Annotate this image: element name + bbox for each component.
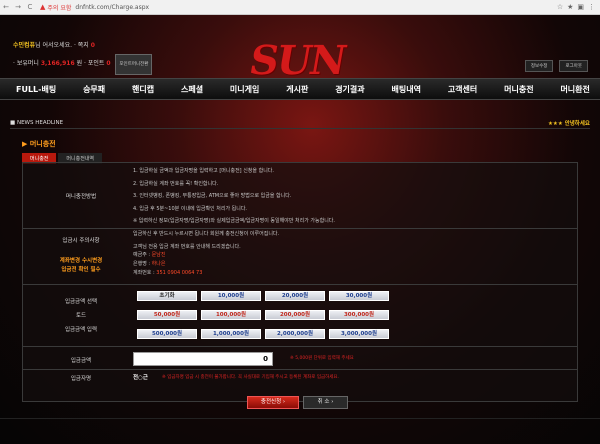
warning-icon: ▲ (40, 3, 46, 11)
amount-button[interactable]: 500,000원 (137, 329, 197, 339)
news-headline: ■ NEWS HEADLINE ★★★ 안녕하세요 (10, 117, 590, 129)
bank-label: 은행명 : (133, 261, 151, 267)
deposit-amount-note: ※ 5,000원 단위로 입력해 주세요 (290, 356, 354, 361)
security-warning: 주의 요함 (47, 4, 72, 12)
amount-button[interactable]: 2,000,000원 (265, 329, 325, 339)
caution-lines: 입금하신 후 반드시 누르시면 됩니다 회원께 충전신청이 이루어집니다. 고객… (133, 228, 279, 253)
user-info: 수민컴퓨님 어서오세요. · 쪽지 0 · 보유머니 3,166,916 원 ·… (13, 37, 153, 75)
amount-button[interactable]: 1,000,000원 (201, 329, 261, 339)
amount-button[interactable]: 20,000원 (265, 291, 325, 301)
menu-item-full-betting[interactable]: FULL-배팅 (16, 84, 56, 95)
page-title: ▶ 머니충전 (22, 139, 56, 149)
site-logo[interactable]: SUN (246, 37, 349, 84)
points-value: 0 (106, 60, 111, 67)
bank-label: 예금주 : (133, 252, 151, 258)
amount-button[interactable]: 100,000원 (201, 310, 261, 320)
submit-charge-button[interactable]: 충전신청 › (247, 396, 299, 409)
amount-button[interactable]: 30,000원 (329, 291, 389, 301)
logout-button[interactable]: 로그아웃 (559, 60, 588, 72)
bank-info: 예금주 : 문남진 은행명 : 하나은 계좌번호 : 351 0904 0064… (133, 251, 202, 278)
extension-icon[interactable]: ★ (567, 3, 573, 11)
convert-points-button[interactable]: 포인트머니전환 (115, 54, 153, 75)
menu-item-board[interactable]: 게시판 (286, 84, 308, 95)
amount-select-label: 입금금액 선택 (64, 299, 98, 305)
bookmark-icon[interactable]: ☆ (557, 3, 563, 11)
method-label: 머니충전방법 (65, 194, 97, 200)
depositor-name: 전○근 (133, 375, 148, 381)
user-name: 수민컴퓨 (13, 42, 36, 49)
url-text[interactable]: dnfntk.com/Charge.aspx (75, 4, 149, 11)
page-title-text: 머니충전 (29, 140, 56, 148)
amount-button[interactable]: 300,000원 (329, 310, 389, 320)
amount-input-label: 입금금액 입력 (64, 327, 98, 333)
rule-line: 1. 입금하실 금액과 입금자명을 입력하고 [머니충전] 신청을 합니다. (133, 168, 274, 174)
submit-charge-label: 충전신청 (260, 399, 282, 405)
menu-item-support[interactable]: 고객센터 (448, 84, 477, 95)
cancel-label: 취 소 (317, 399, 330, 405)
reset-amount-button[interactable]: 초기화 (137, 291, 197, 301)
deposit-amount-input[interactable]: 0 (133, 352, 273, 366)
bank-value: 하나은 (151, 261, 166, 267)
amount-button[interactable]: 10,000원 (201, 291, 261, 301)
footer-divider (0, 418, 600, 419)
back-icon[interactable]: ← (0, 3, 12, 11)
menu-item-win-draw-lose[interactable]: 승무패 (83, 84, 105, 95)
holdings-unit: 원 (76, 60, 83, 67)
address-bar[interactable]: ▲ 주의 요함 dnfntk.com/Charge.aspx (40, 2, 540, 13)
account-notice-line: 계좌변경 수시변경 (59, 258, 103, 264)
cancel-button[interactable]: 취 소 › (303, 396, 348, 409)
menu-item-special[interactable]: 스페셜 (181, 84, 203, 95)
holdings-value: 3,166,916 (40, 60, 75, 67)
points-label: 포인트 (87, 60, 105, 67)
caution-label: 입금시 주의사항 (62, 238, 100, 244)
bank-label: 계좌번호 : (133, 270, 155, 276)
depositor-label: 입금자명 (70, 376, 92, 382)
cast-icon[interactable]: ▣ (577, 3, 584, 11)
headline-label: NEWS HEADLINE (16, 119, 64, 126)
method-rules: 1. 입금하실 금액과 입금자명을 입력하고 [머니충전] 신청을 합니다. 2… (133, 165, 335, 228)
menu-item-bet-history[interactable]: 배팅내역 (392, 84, 421, 95)
divider (23, 284, 577, 285)
forward-icon[interactable]: → (12, 3, 24, 11)
edit-info-button[interactable]: 정보수정 (524, 60, 554, 72)
headline-message: ★★★ 안녕하세요 (547, 120, 590, 127)
menu-item-exchange[interactable]: 머니환전 (560, 84, 589, 95)
menu-item-handicap[interactable]: 핸디캡 (132, 84, 154, 95)
menu-item-charge[interactable]: 머니충전 (504, 84, 533, 95)
account-actions: 정보수정 로그아웃 (524, 60, 588, 72)
title-bullet-icon: ▶ (22, 140, 28, 148)
deposit-amount-label: 입금금액 (70, 358, 92, 364)
total-label: 토드 (75, 313, 87, 319)
message-label[interactable]: 쪽지 (78, 42, 89, 49)
rule-line: ※ 입력하신 정보(입금자명/입금자명)와 실제입금금액/입금자명이 동일해야만… (133, 218, 335, 224)
amount-button[interactable]: 3,000,000원 (329, 329, 389, 339)
rule-line: 3. 인터넷뱅킹, 폰뱅킹, 무통장입금, ATM으로 좋아 방법으로 입금을 … (133, 193, 292, 199)
holdings-label: 보유머니 (16, 60, 39, 67)
welcome-text: 님 어서오세요. (35, 42, 73, 49)
divider (23, 346, 577, 347)
speaker-icon: ■ (10, 119, 16, 126)
amount-button[interactable]: 50,000원 (137, 310, 197, 320)
divider (23, 369, 577, 370)
bank-value: 문남진 (151, 252, 166, 258)
account-notice: 계좌변경 수시변경 입금전 확인 필수 (22, 257, 140, 275)
rule-line: 2. 입금하실 계좌 번호를 꼭! 확인합니다. (133, 180, 219, 187)
rule-line: 4. 입금 후 5분~10분 이내에 입금확인 처리가 됩니다. (133, 205, 248, 212)
bank-value: 351 0904 0064 73 (156, 270, 203, 276)
menu-icon[interactable]: ⋮ (588, 3, 595, 11)
main-menu: FULL-배팅 승무패 핸디캡 스페셜 미니게임 게시판 경기결과 배팅내역 고… (0, 78, 600, 100)
menu-item-results[interactable]: 경기결과 (335, 84, 364, 95)
browser-toolbar: ← → C ▲ 주의 요함 dnfntk.com/Charge.aspx ☆ ★… (0, 0, 600, 15)
menu-item-mini-game[interactable]: 미니게임 (230, 84, 259, 95)
divider (23, 228, 577, 229)
caution-line: 입금하신 후 반드시 누르시면 됩니다 회원께 충전신청이 이루어집니다. (133, 231, 280, 237)
account-notice-line: 입금전 확인 필수 (61, 267, 101, 273)
reload-icon[interactable]: C (24, 3, 36, 11)
message-count[interactable]: 0 (91, 42, 95, 49)
browser-actions: ☆ ★ ▣ ⋮ (557, 3, 600, 11)
amount-button[interactable]: 200,000원 (265, 310, 325, 320)
depositor-note: ※ 입금자명 입금 시 충전이 불가합니다. 꼭 사실대로 기입해 주시고 등록… (162, 375, 339, 380)
site-header: 수민컴퓨님 어서오세요. · 쪽지 0 · 보유머니 3,166,916 원 ·… (0, 15, 600, 84)
